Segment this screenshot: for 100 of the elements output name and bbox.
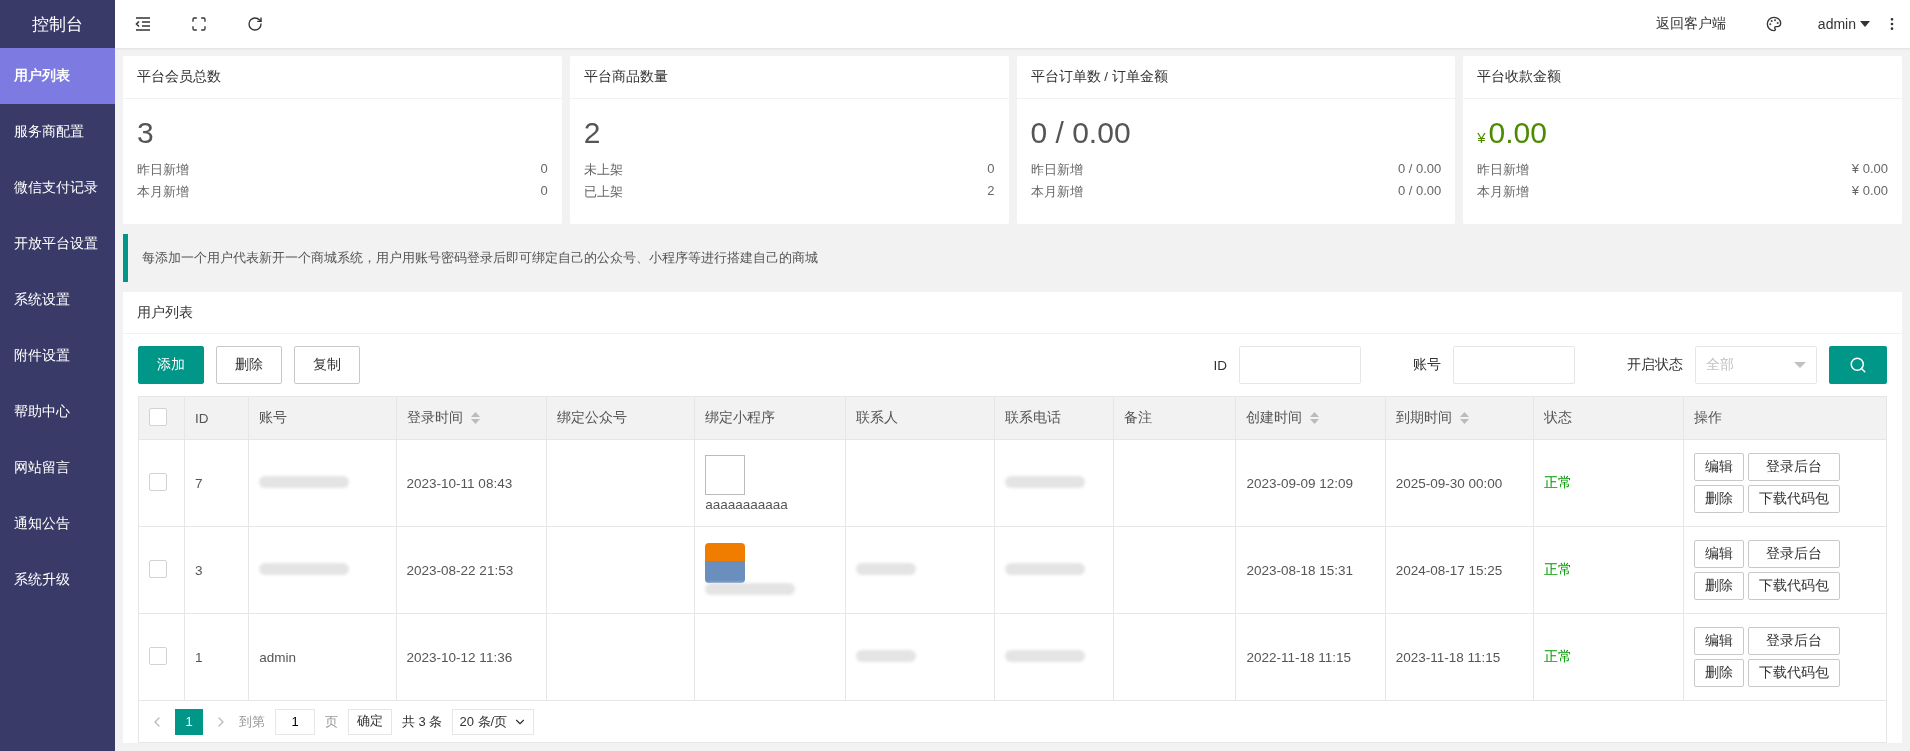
sidebar-item[interactable]: 系统升级 — [0, 552, 115, 608]
column-header: 操作 — [1683, 396, 1887, 440]
action-button[interactable]: 登录后台 — [1748, 540, 1841, 568]
column-header: 账号 — [248, 396, 397, 440]
action-button[interactable]: 登录后台 — [1748, 453, 1841, 481]
column-header: 备注 — [1113, 396, 1236, 440]
filter-input[interactable] — [1453, 346, 1575, 384]
column-header: 联系人 — [845, 396, 995, 440]
stat-label: 昨日新增 — [1030, 161, 1083, 179]
goto-label: 到第 — [239, 712, 265, 731]
column-header: 登录时间 — [396, 396, 547, 440]
user-menu[interactable]: admin — [1817, 16, 1870, 32]
menu-collapse-icon[interactable] — [135, 17, 151, 31]
sidebar-item[interactable]: 开放平台设置 — [0, 216, 115, 272]
sidebar-title: 控制台 — [31, 13, 84, 36]
sidebar-item[interactable]: 微信支付记录 — [0, 160, 115, 216]
action-button[interactable]: 删除 — [1694, 659, 1745, 687]
search-icon — [1849, 356, 1867, 374]
fullscreen-icon[interactable] — [191, 16, 207, 32]
stat-number: 0 — [987, 161, 995, 178]
table-cell: 2023-10-11 08:43 — [396, 439, 547, 527]
status-text: 正常 — [1544, 562, 1573, 577]
toolbar-button[interactable]: 复制 — [294, 346, 360, 384]
filter-input[interactable] — [1239, 346, 1361, 384]
redacted-blur — [855, 649, 916, 662]
checkbox[interactable] — [149, 407, 167, 426]
stat-value: 0 / 0.00 — [1030, 116, 1131, 150]
action-button[interactable]: 编辑 — [1694, 627, 1745, 655]
checkbox[interactable] — [149, 646, 167, 665]
table-cell: 2023-11-18 11:15 — [1385, 613, 1534, 701]
broken-image-icon — [705, 454, 746, 495]
action-button[interactable]: 编辑 — [1694, 540, 1745, 568]
stat-number: 0 — [540, 183, 548, 200]
action-button[interactable]: 登录后台 — [1748, 627, 1841, 655]
sidebar-item[interactable]: 系统设置 — [0, 272, 115, 328]
column-header: 创建时间 — [1235, 396, 1386, 440]
table-cell: 2023-08-18 15:31 — [1235, 526, 1386, 614]
sort-icon[interactable] — [1310, 412, 1320, 424]
sidebar-item[interactable]: 网站留言 — [0, 440, 115, 496]
sidebar-item[interactable]: 服务商配置 — [0, 104, 115, 160]
page-number[interactable]: 1 — [175, 708, 203, 735]
sidebar-item[interactable]: 附件设置 — [0, 328, 115, 384]
table-cell: admin — [248, 613, 397, 701]
app-icon — [705, 542, 746, 583]
action-button[interactable]: 删除 — [1694, 572, 1745, 600]
table-cell: 1 — [184, 613, 249, 701]
stat-label: 昨日新增 — [137, 161, 189, 179]
column-header: 到期时间 — [1385, 396, 1534, 440]
card-title: 平台会员总数 — [123, 56, 562, 99]
status-text: 正常 — [1544, 475, 1573, 490]
table-cell: 7 — [184, 439, 249, 527]
table-cell: 2023-08-22 21:53 — [396, 526, 547, 614]
sidebar-item[interactable]: 帮助中心 — [0, 384, 115, 440]
table-cell: 2023-10-12 11:36 — [396, 613, 547, 701]
action-button[interactable]: 编辑 — [1694, 453, 1745, 481]
filter-label: 开启状态 — [1627, 356, 1683, 374]
stat-number: 2 — [987, 183, 995, 200]
card-title: 平台商品数量 — [569, 56, 1009, 99]
stat-value: 2 — [583, 116, 601, 150]
mini-program-name: aaaaaaaaaaa — [705, 496, 788, 512]
checkbox[interactable] — [149, 472, 167, 491]
card-title: 平台订单数 / 订单金额 — [1016, 56, 1456, 99]
column-header: 联系电话 — [994, 396, 1114, 440]
sidebar-item[interactable]: 用户列表 — [0, 48, 115, 104]
search-button[interactable] — [1829, 346, 1887, 384]
stat-label: 本月新增 — [1030, 183, 1083, 201]
table-cell: 2025-09-30 00:00 — [1385, 439, 1534, 527]
stat-value: 0.00 — [1488, 116, 1547, 150]
table-cell: 2023-09-09 12:09 — [1235, 439, 1386, 527]
stat-label: 本月新增 — [137, 183, 189, 201]
filter-label: 账号 — [1413, 356, 1441, 374]
checkbox[interactable] — [149, 559, 167, 578]
status-text: 正常 — [1544, 649, 1573, 664]
page-input[interactable]: 1 — [275, 708, 315, 735]
refresh-icon[interactable] — [247, 16, 263, 32]
column-header: 状态 — [1533, 396, 1684, 440]
stat-number: ¥ 0.00 — [1851, 183, 1888, 200]
redacted-blur — [855, 562, 916, 575]
add-button[interactable]: 添加 — [138, 346, 204, 384]
confirm-button[interactable]: 确定 — [348, 708, 392, 735]
toolbar-button[interactable]: 删除 — [216, 346, 282, 384]
currency-sign: ¥ — [1477, 128, 1486, 146]
page-unit: 页 — [325, 712, 338, 731]
stat-label: 已上架 — [583, 183, 623, 201]
sort-icon[interactable] — [1459, 412, 1469, 424]
action-button[interactable]: 下载代码包 — [1748, 485, 1841, 513]
total-count: 共 3 条 — [402, 712, 443, 731]
action-button[interactable]: 下载代码包 — [1748, 572, 1841, 600]
stat-number: ¥ 0.00 — [1851, 161, 1888, 178]
page-size-select[interactable]: 20 条/页 — [452, 708, 535, 735]
client-link[interactable]: 返回客户端 — [1655, 15, 1726, 33]
table-cell: 2022-11-18 11:15 — [1235, 613, 1386, 701]
table-cell: 3 — [184, 526, 249, 614]
palette-icon[interactable] — [1765, 16, 1782, 32]
sort-icon[interactable] — [470, 412, 480, 424]
action-button[interactable]: 删除 — [1694, 485, 1745, 513]
action-button[interactable]: 下载代码包 — [1748, 659, 1841, 687]
stat-number: 0 / 0.00 — [1397, 161, 1442, 178]
sidebar-item[interactable]: 通知公告 — [0, 496, 115, 552]
column-header: ID — [184, 396, 249, 440]
